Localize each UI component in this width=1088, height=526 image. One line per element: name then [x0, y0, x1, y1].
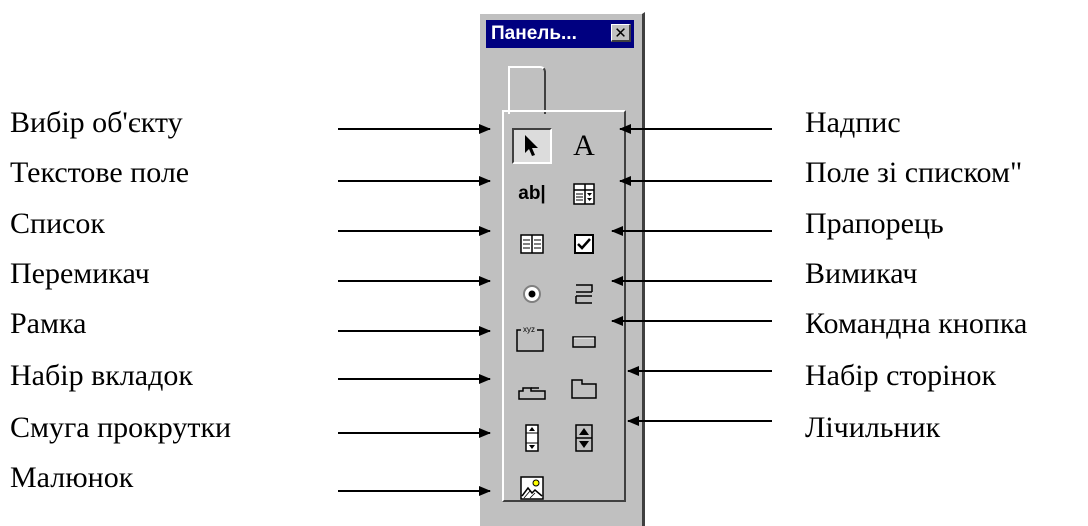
callout-arrows [338, 124, 772, 496]
